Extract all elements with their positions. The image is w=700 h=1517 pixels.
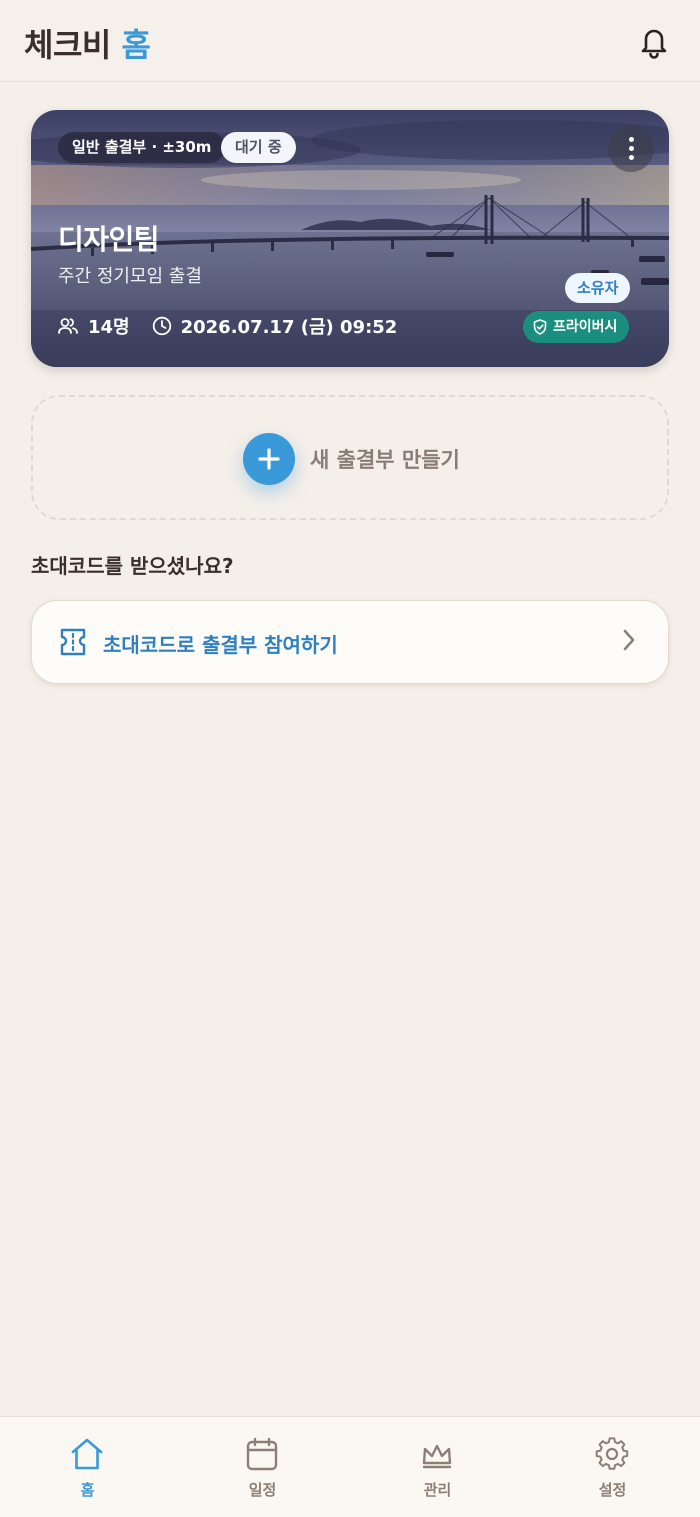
nav-label-schedule: 일정 [248, 1481, 277, 1499]
nav-label-home: 홈 [80, 1481, 95, 1499]
nav-item-home[interactable]: 홈 [0, 1417, 175, 1517]
app-header: 체크비 홈 [0, 0, 700, 82]
nav-item-schedule[interactable]: 일정 [175, 1417, 350, 1517]
create-attendance-button[interactable]: 새 출결부 만들기 [31, 395, 669, 520]
page-title: 체크비 홈 [24, 20, 151, 66]
bell-icon[interactable] [638, 24, 670, 60]
nav-label-manage: 관리 [423, 1481, 452, 1499]
calendar-icon [246, 1437, 278, 1471]
bottom-navigation: 홈 일정 관리 설정 [0, 1416, 700, 1517]
gear-icon [595, 1437, 629, 1470]
users-icon [58, 318, 78, 334]
chevron-right-icon [623, 629, 635, 651]
clock-icon [152, 316, 171, 336]
nav-item-manage[interactable]: 관리 [350, 1417, 525, 1517]
member-count-text: 14명 [88, 317, 130, 338]
ticket-icon [60, 628, 86, 656]
datetime-text: 2026.07.17 (금) 09:52 [180, 317, 398, 338]
crown-icon [422, 1444, 452, 1469]
more-vertical-icon[interactable] [608, 126, 654, 172]
attendance-subtitle: 주간 정기모임 출결 [58, 266, 202, 287]
status-badge: 대기 중 [221, 132, 296, 163]
nav-item-settings[interactable]: 설정 [525, 1417, 700, 1517]
attendance-datetime: 2026.07.17 (금) 09:52 [152, 313, 398, 339]
nav-label-settings: 설정 [598, 1481, 627, 1499]
owner-badge: 소유자 [565, 273, 631, 303]
attendance-title: 디자인팀 [58, 223, 160, 256]
create-attendance-label: 새 출결부 만들기 [310, 448, 460, 472]
member-count: 14명 [58, 313, 130, 339]
home-icon [71, 1438, 103, 1470]
privacy-badge-label: 프라이버시 [553, 319, 618, 335]
invite-button-label: 초대코드로 출결부 참여하기 [103, 633, 338, 657]
join-with-invite-code-button[interactable]: 초대코드로 출결부 참여하기 [31, 600, 669, 684]
attendance-meta: 14명 2026.07.17 (금) 09:52 [58, 313, 397, 339]
attendance-card[interactable]: 일반 출결부 · ±30m 대기 중 디자인팀 주간 정기모임 출결 소유자 1… [31, 110, 669, 367]
shield-icon [533, 319, 547, 335]
plus-icon[interactable] [243, 433, 295, 485]
privacy-badge: 프라이버시 [523, 311, 630, 343]
page-name: 홈 [121, 26, 151, 64]
invite-section-title: 초대코드를 받으셨나요? [31, 554, 234, 578]
app-name: 체크비 [24, 26, 111, 64]
attendance-type-pill: 일반 출결부 · ±30m [58, 132, 226, 163]
